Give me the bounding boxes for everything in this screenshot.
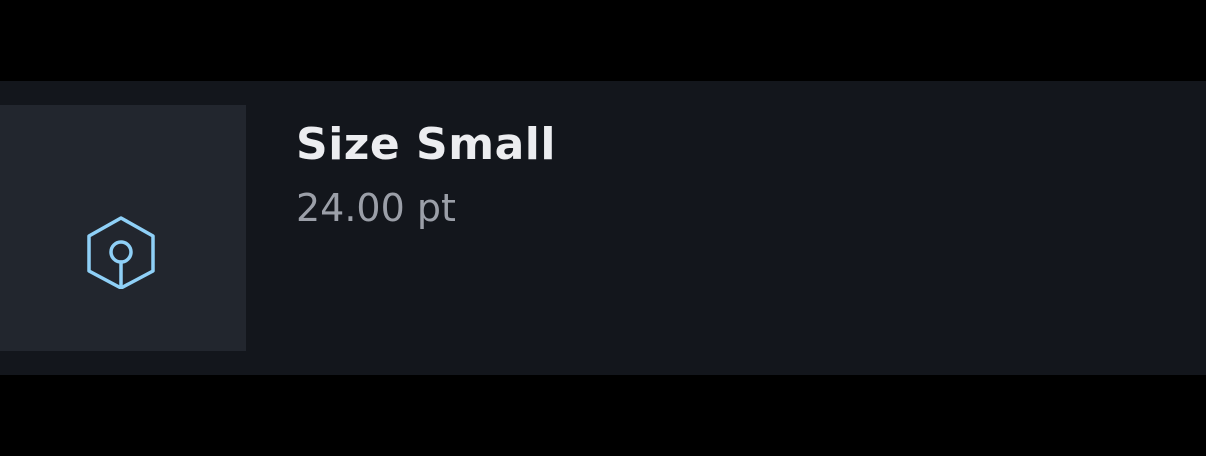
item-value: 24.00 pt	[296, 186, 456, 230]
list-item[interactable]: Size Small 24.00 pt	[0, 81, 1206, 375]
item-title: Size Small	[296, 119, 556, 170]
cube-icon	[87, 216, 155, 289]
item-thumbnail	[0, 105, 246, 351]
